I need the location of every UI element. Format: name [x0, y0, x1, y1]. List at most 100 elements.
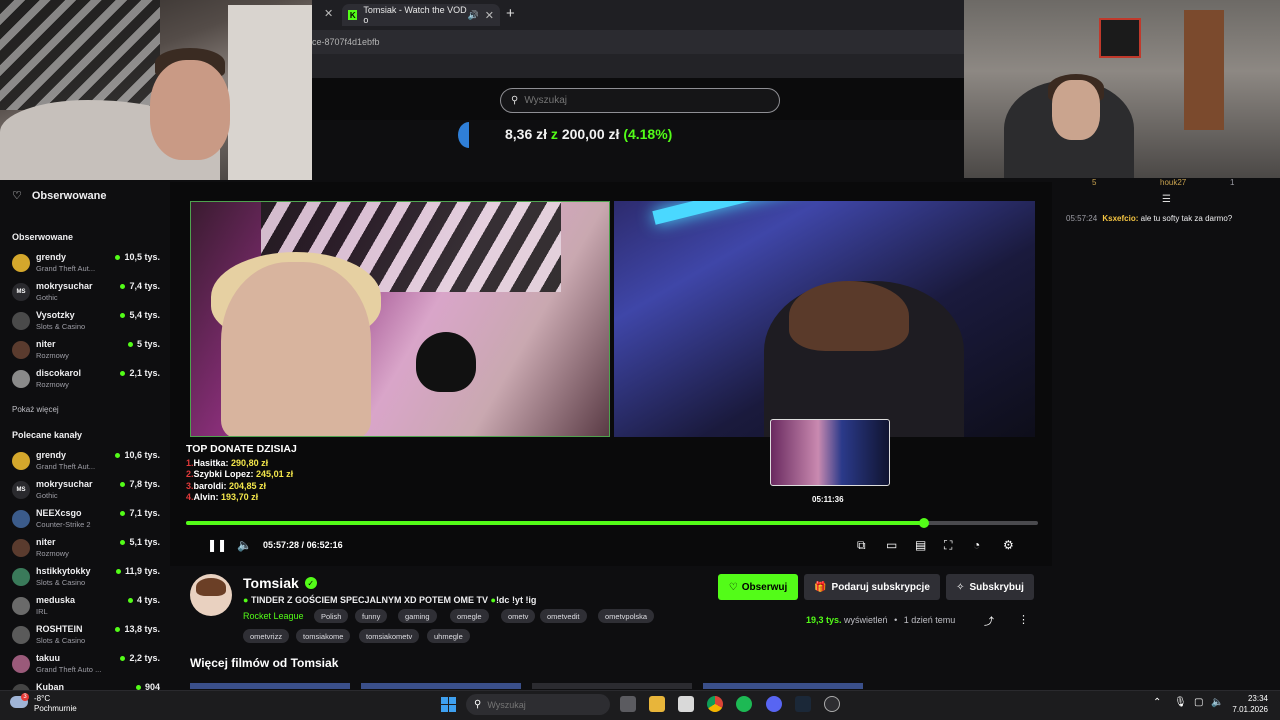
channel-category: IRL [36, 607, 48, 616]
channel-name: grendy [36, 450, 67, 460]
channel-name: ROSHTEIN [36, 624, 83, 634]
chat-username[interactable]: Ksxefcio: [1102, 214, 1138, 223]
fullscreen-icon[interactable]: ⛶ [944, 538, 952, 553]
sidebar-item-mokrysuchar[interactable]: MS mokrysuchar Gothic 7,4 tys. [12, 281, 160, 309]
taskbar-search-input[interactable] [487, 699, 598, 710]
store-icon[interactable] [678, 696, 694, 712]
view-label: wyświetleń [844, 615, 888, 625]
gear-icon[interactable]: ⚙ [1003, 538, 1014, 552]
donation-rank: 4. [186, 492, 194, 502]
channel-category: Grand Theft Auto ... [36, 665, 102, 674]
tag-chip[interactable]: ometvpolska [598, 609, 655, 623]
stream-title: ● TINDER Z GOŚCIEM SPECJALNYM XD POTEM O… [243, 595, 537, 605]
chevron-up-icon[interactable]: ⌃ [1153, 697, 1161, 708]
theater-mode-icon[interactable]: ▤ [915, 538, 926, 552]
sidebar-item-meduska[interactable]: meduska IRL 4 tys. [12, 595, 160, 623]
video-right-feed [614, 201, 1035, 437]
pause-icon[interactable]: ❚❚ [207, 538, 227, 552]
tag-chip[interactable]: ometv [501, 609, 536, 623]
avatar [12, 341, 30, 359]
tag-chip[interactable]: gaming [398, 609, 437, 623]
volume-icon[interactable]: 🔈 [1211, 697, 1223, 708]
steam-icon[interactable] [795, 696, 811, 712]
view-stats: 19,3 tys. wyświetleń • 1 dzień temu [806, 615, 956, 625]
sidebar-item-neexcsgo[interactable]: NEEXcsgo Counter-Strike 2 7,1 tys. [12, 508, 160, 536]
sidebar-item-hstikkytokky[interactable]: hstikkytokky Slots & Casino 11,9 tys. [12, 566, 160, 594]
avatar: MS [12, 283, 30, 301]
taskbar-search[interactable]: ⚲ [466, 694, 610, 715]
avatar [12, 254, 30, 272]
channel-category: Rozmowy [36, 351, 69, 360]
gift-sub-button[interactable]: 🎁 Podaruj subskrypcje [804, 574, 940, 600]
channel-name[interactable]: Tomsiak [243, 575, 299, 591]
sidebar-item-takuu[interactable]: takuu Grand Theft Auto ... 2,2 tys. [12, 653, 160, 681]
tab-active[interactable]: K Tomsiak - Watch the VOD o 🔊 ✕ [342, 4, 500, 26]
donor-name: Alvin: [193, 492, 219, 502]
tag-chip[interactable]: tomsiakome [296, 629, 351, 643]
file-explorer-icon[interactable] [649, 696, 665, 712]
discord-icon[interactable] [766, 696, 782, 712]
donor-name: Hasitka: [193, 457, 229, 468]
chrome-icon[interactable] [707, 696, 723, 712]
seek-preview-thumbnail [770, 419, 890, 486]
sidebar-item-roshtein[interactable]: ROSHTEIN Slots & Casino 13,8 tys. [12, 624, 160, 652]
avatar [12, 539, 30, 557]
pip-icon[interactable]: ⧉ [857, 538, 866, 553]
system-clock[interactable]: 23:34 7.01.2026 [1232, 693, 1268, 715]
sidebar-header[interactable]: ♡ Obserwowane [12, 189, 106, 203]
follow-button[interactable]: ♡ Obserwuj [718, 574, 798, 600]
display-icon[interactable]: ▢ [1194, 697, 1203, 708]
windows-start-icon[interactable] [441, 697, 456, 712]
sidebar-item-niter[interactable]: niter Rozmowy 5,1 tys. [12, 537, 160, 565]
more-options-icon[interactable]: ⋮ [1018, 613, 1029, 626]
tag-chip[interactable]: funny [355, 609, 388, 623]
tag-chip[interactable]: uhmegle [427, 629, 470, 643]
followed-section-title: Obserwowane [12, 232, 74, 242]
obs-icon[interactable] [824, 696, 840, 712]
notification-badge: 3 [21, 693, 29, 701]
search-box[interactable]: ⚲ [500, 88, 780, 113]
sidebar-item-vysotzky[interactable]: Vysotzky Slots & Casino 5,4 tys. [12, 310, 160, 338]
video-thumbnail[interactable] [361, 683, 521, 689]
share-icon[interactable]: ⤴ [984, 613, 994, 628]
channel-avatar[interactable] [190, 574, 232, 616]
sidebar-item-discokarol[interactable]: discokarol Rozmowy 2,1 tys. [12, 368, 160, 396]
avatar [12, 568, 30, 586]
video-thumbnail[interactable] [190, 683, 350, 689]
gifter-1: 5 [1092, 178, 1097, 187]
progress-bar[interactable] [186, 518, 1038, 528]
close-icon[interactable]: ✕ [485, 9, 494, 22]
tag-chip[interactable]: Polish [314, 609, 349, 623]
chat-panel: 5 houk27 1 ☰ 05:57:24 Ksxefcio: ale tu s… [1052, 178, 1280, 690]
sidebar-item-grendy[interactable]: grendy Grand Theft Aut... 10,5 tys. [12, 252, 160, 280]
sidebar-item-grendy[interactable]: grendy Grand Theft Aut... 10,6 tys. [12, 450, 160, 478]
spotify-icon[interactable] [736, 696, 752, 712]
speaker-icon[interactable]: 🔊 [468, 10, 479, 21]
search-input[interactable] [524, 95, 755, 106]
task-view-icon[interactable] [620, 696, 636, 712]
microphone-icon[interactable]: 🎙 [1174, 697, 1187, 708]
sidebar-item-mokrysuchar[interactable]: MS mokrysuchar Gothic 7,8 tys. [12, 479, 160, 507]
video-thumbnail[interactable] [703, 683, 863, 689]
donation-rank: 1. [186, 457, 194, 468]
volume-icon[interactable]: 🔈 [237, 538, 252, 552]
new-tab-button[interactable]: + [506, 5, 515, 22]
tag-chip[interactable]: omegle [450, 609, 489, 623]
subscribe-button[interactable]: ✧ Subskrybuj [946, 574, 1034, 600]
mini-player-icon[interactable]: ▭ [886, 538, 897, 552]
show-more-link[interactable]: Pokaż więcej [12, 405, 59, 414]
menu-icon[interactable]: ☰ [1162, 194, 1171, 205]
close-icon[interactable]: ✕ [324, 7, 333, 20]
donation-amount: 193,70 zł [221, 492, 259, 502]
channel-category: Rozmowy [36, 380, 69, 389]
speed-icon[interactable]: ◔ [973, 538, 980, 552]
tag-chip[interactable]: ometvedit [540, 609, 587, 623]
tag-chip[interactable]: ometvrizz [243, 629, 290, 643]
tag-chip[interactable]: tomsiakometv [359, 629, 420, 643]
channel-category: Slots & Casino [36, 322, 86, 331]
donation-row: 4.Alvin: 193,70 zł [186, 492, 297, 504]
category-link[interactable]: Rocket League [243, 611, 304, 621]
goal-sep: z [550, 126, 558, 142]
video-thumbnail[interactable] [532, 683, 692, 689]
sidebar-item-niter[interactable]: niter Rozmowy 5 tys. [12, 339, 160, 367]
